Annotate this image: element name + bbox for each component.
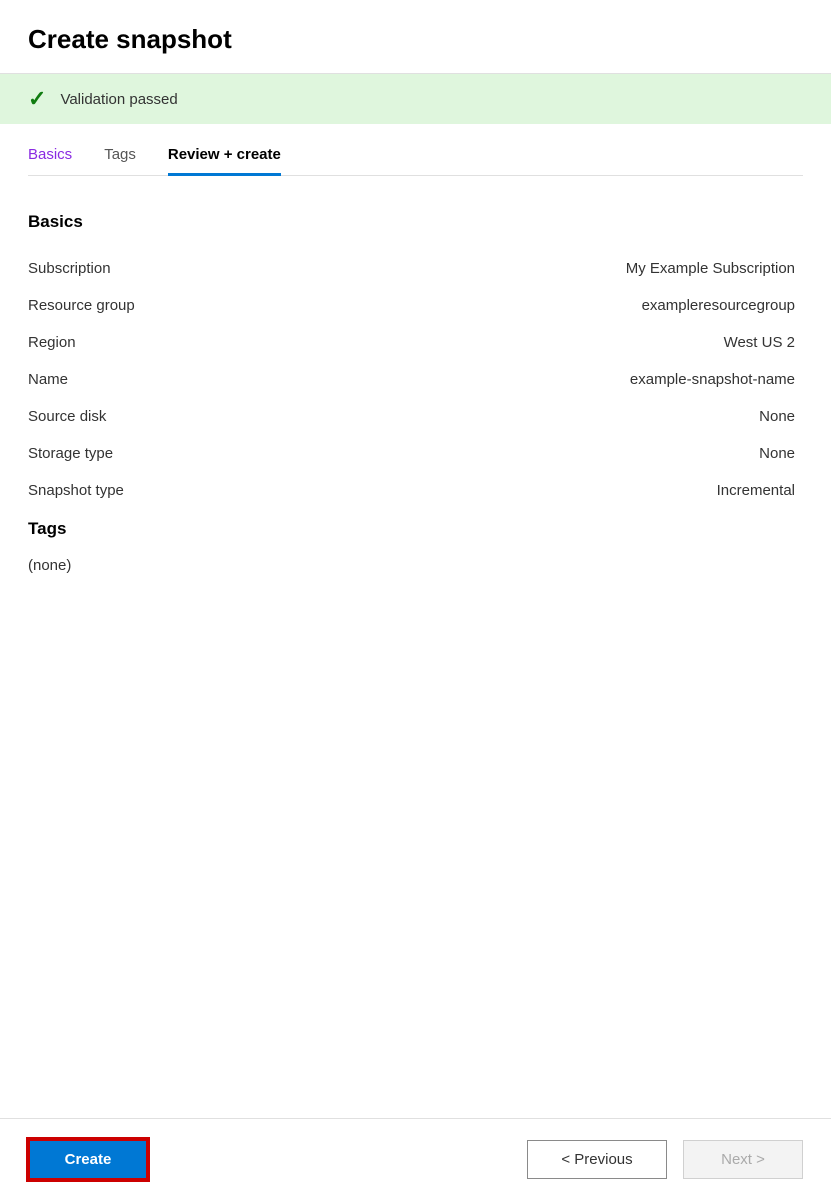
field-value-storage-type: None <box>377 435 803 472</box>
tabs-section: Basics Tags Review + create <box>0 124 831 176</box>
field-value-snapshot-type: Incremental <box>377 472 803 509</box>
tabs-bar: Basics Tags Review + create <box>28 146 803 176</box>
previous-button[interactable]: < Previous <box>527 1140 667 1179</box>
basics-table: Subscription My Example Subscription Res… <box>28 250 803 509</box>
validation-banner: ✓ Validation passed <box>0 74 831 124</box>
field-label-name: Name <box>28 361 377 398</box>
footer: Create < Previous Next > <box>0 1118 831 1200</box>
field-value-region: West US 2 <box>377 324 803 361</box>
page-header: Create snapshot <box>0 0 831 74</box>
page-container: Create snapshot ✓ Validation passed Basi… <box>0 0 831 1200</box>
table-row: Subscription My Example Subscription <box>28 250 803 287</box>
content-section: Basics Subscription My Example Subscript… <box>0 176 831 1118</box>
tab-tags[interactable]: Tags <box>104 146 136 176</box>
field-value-subscription: My Example Subscription <box>377 250 803 287</box>
table-row: Resource group exampleresourcegroup <box>28 287 803 324</box>
field-label-resource-group: Resource group <box>28 287 377 324</box>
tab-basics[interactable]: Basics <box>28 146 72 176</box>
field-value-source-disk: None <box>377 398 803 435</box>
table-row: Source disk None <box>28 398 803 435</box>
field-value-name: example-snapshot-name <box>377 361 803 398</box>
field-label-subscription: Subscription <box>28 250 377 287</box>
field-label-storage-type: Storage type <box>28 435 377 472</box>
tags-heading: Tags <box>28 519 803 539</box>
check-icon: ✓ <box>28 88 46 110</box>
tags-section: Tags (none) <box>28 519 803 574</box>
next-button: Next > <box>683 1140 803 1179</box>
field-value-resource-group: exampleresourcegroup <box>377 287 803 324</box>
field-label-region: Region <box>28 324 377 361</box>
basics-heading: Basics <box>28 212 803 232</box>
table-row: Region West US 2 <box>28 324 803 361</box>
table-row: Snapshot type Incremental <box>28 472 803 509</box>
table-row: Storage type None <box>28 435 803 472</box>
create-button[interactable]: Create <box>28 1139 148 1180</box>
tab-review-create[interactable]: Review + create <box>168 146 281 176</box>
field-label-source-disk: Source disk <box>28 398 377 435</box>
validation-message: Validation passed <box>60 91 177 108</box>
tags-value: (none) <box>28 557 803 574</box>
table-row: Name example-snapshot-name <box>28 361 803 398</box>
page-title: Create snapshot <box>28 24 803 55</box>
field-label-snapshot-type: Snapshot type <box>28 472 377 509</box>
